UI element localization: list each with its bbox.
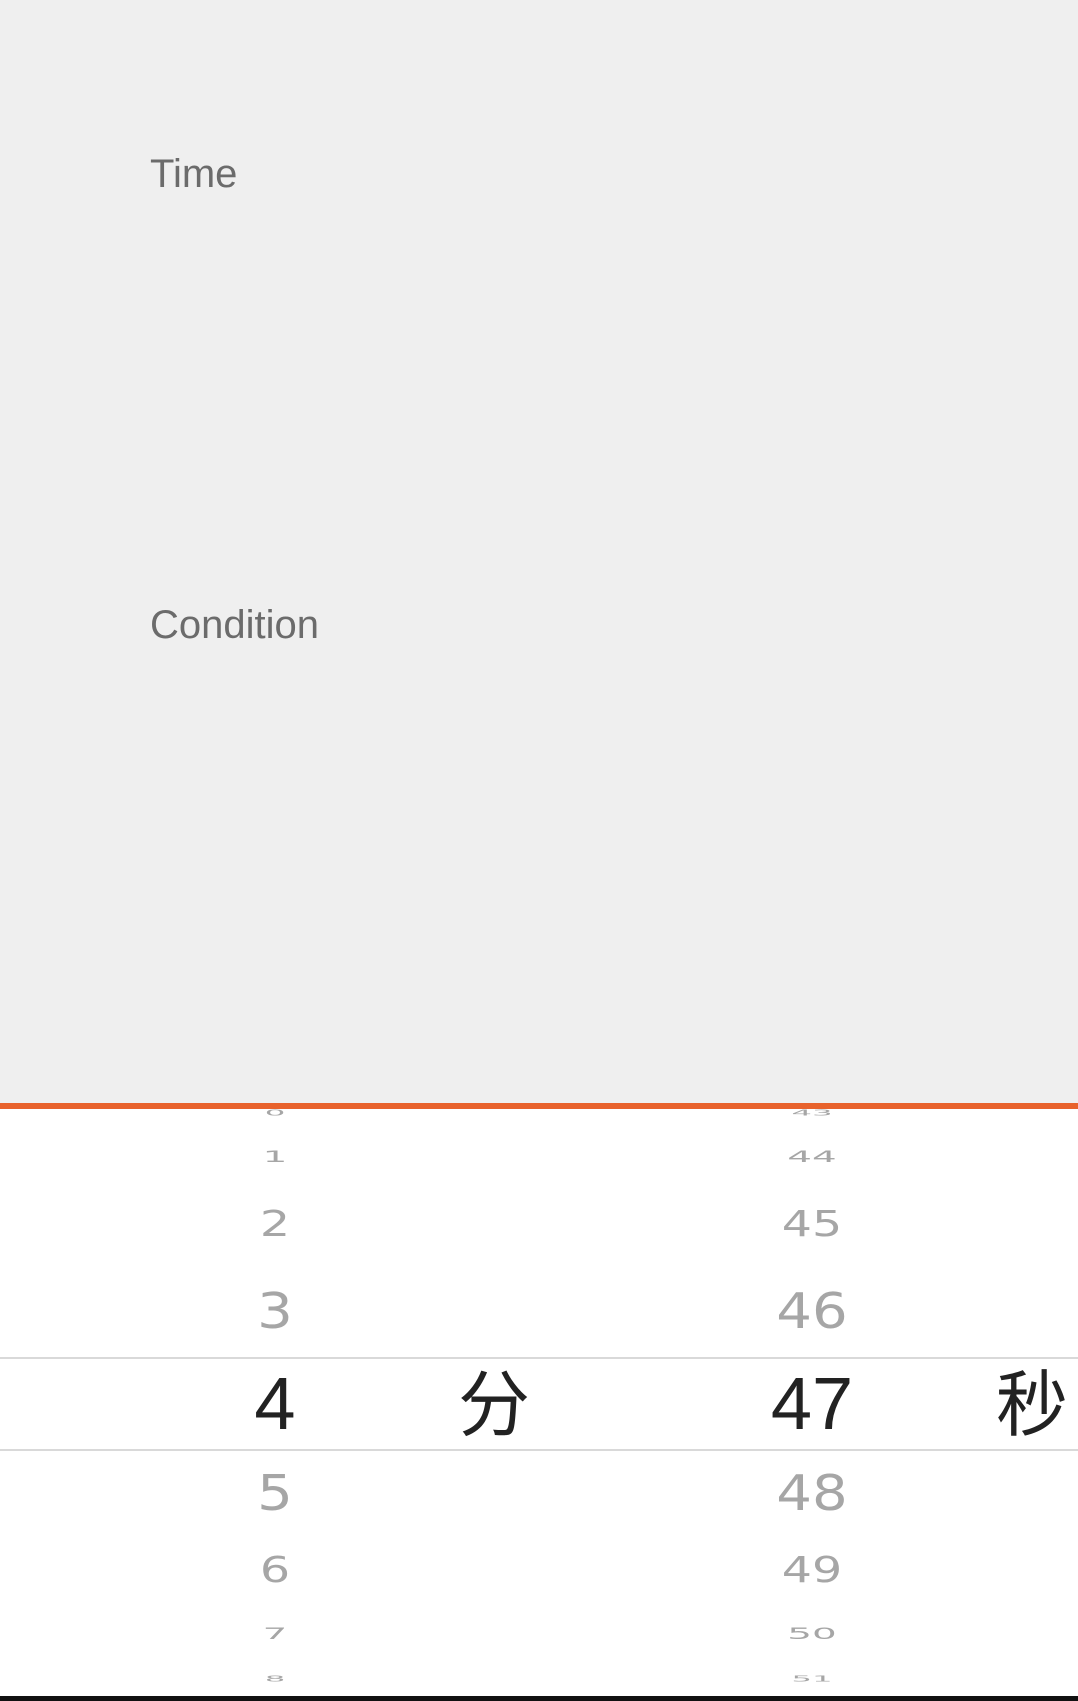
seconds-wheel-item[interactable]: 49 (672, 1553, 953, 1588)
seconds-wheel-item[interactable]: 48 (672, 1469, 953, 1518)
seconds-wheel-item[interactable]: 45 (672, 1207, 953, 1242)
minutes-wheel-item[interactable]: 0 (167, 1109, 383, 1117)
seconds-wheel-item[interactable]: 44 (672, 1149, 953, 1165)
condition-label: Condition (150, 603, 320, 647)
seconds-wheel-item[interactable]: 51 (672, 1675, 953, 1683)
seconds-wheel-item[interactable]: 46 (672, 1287, 953, 1336)
bottom-bar (0, 1696, 1078, 1701)
form-panel: Time Condition (0, 0, 1078, 1103)
seconds-wheel-item[interactable]: 43 (672, 1109, 953, 1117)
minutes-wheel-item[interactable]: 7 (167, 1626, 383, 1642)
minutes-wheel-item[interactable]: 2 (167, 1207, 383, 1242)
seconds-unit-label: 秒 (996, 1363, 1069, 1447)
selection-line-top (0, 1357, 1078, 1359)
minutes-wheel-item[interactable]: 6 (167, 1553, 383, 1588)
time-picker: 012345678 43 44 45 46 47 48 49 50 51 分 秒 (0, 1109, 1078, 1696)
seconds-wheel-item[interactable]: 50 (672, 1626, 953, 1642)
minutes-wheel-item[interactable]: 3 (167, 1287, 383, 1336)
seconds-wheel-selected-item[interactable]: 47 (682, 1367, 942, 1441)
minutes-wheel-item[interactable]: 5 (167, 1469, 383, 1518)
minutes-wheel-item[interactable]: 8 (167, 1675, 383, 1683)
time-label: Time (150, 152, 238, 196)
minutes-unit-label: 分 (458, 1363, 531, 1447)
minutes-wheel-selected-item[interactable]: 4 (175, 1367, 375, 1441)
minutes-wheel-item[interactable]: 1 (167, 1149, 383, 1165)
selection-line-bottom (0, 1449, 1078, 1451)
